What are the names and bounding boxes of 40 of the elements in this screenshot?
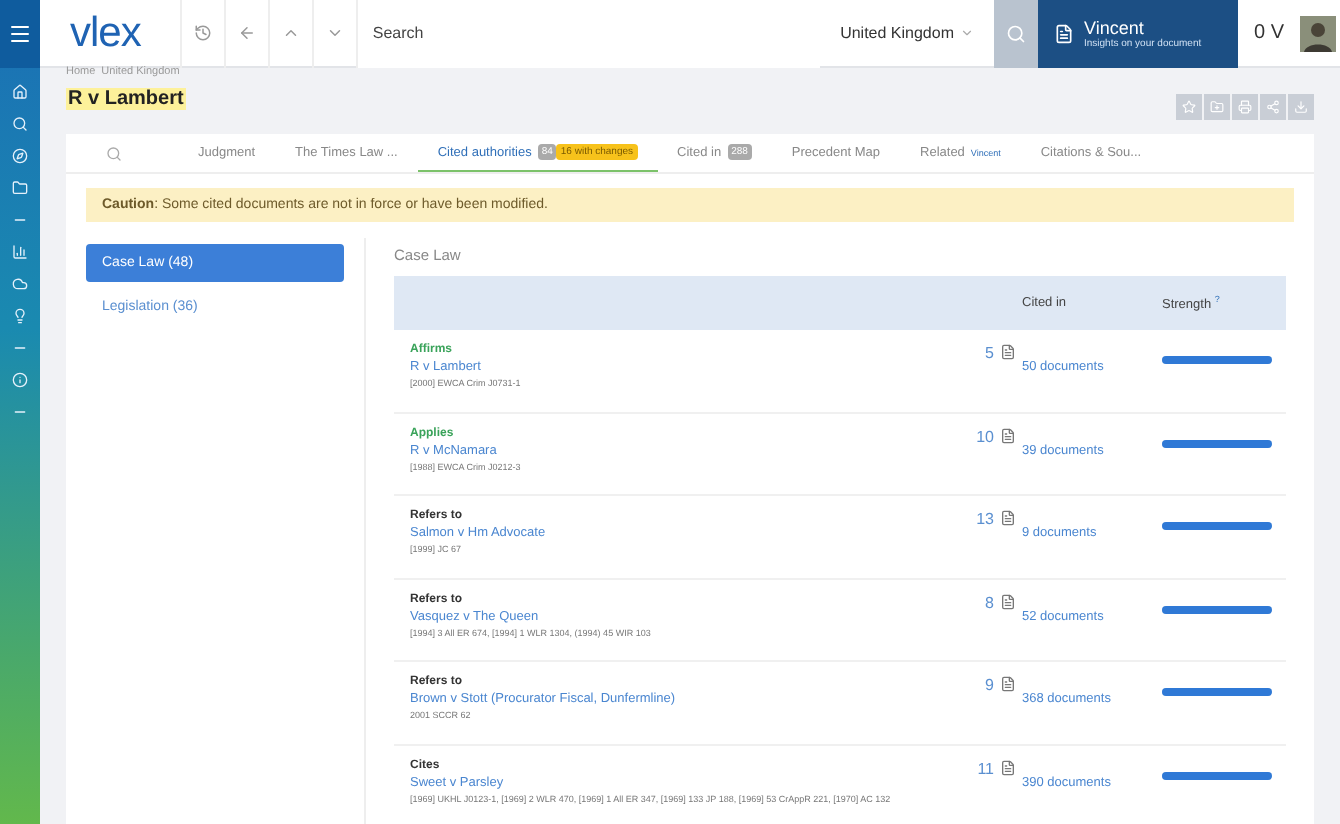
avatar[interactable] (1300, 15, 1336, 51)
lightbulb-icon[interactable] (12, 308, 28, 324)
document-icon (1053, 23, 1074, 43)
document-icon (1000, 759, 1016, 775)
print-icon (1238, 100, 1252, 114)
cloud-icon[interactable] (12, 276, 28, 292)
search-button[interactable] (993, 0, 1038, 67)
info-icon[interactable] (12, 372, 28, 388)
folder-icon[interactable] (12, 180, 28, 196)
star-icon (1182, 100, 1196, 114)
document-title: R v Lambert (66, 88, 186, 110)
download-button[interactable] (1288, 94, 1314, 120)
bar-chart-icon[interactable] (12, 244, 28, 260)
search-icon (1005, 23, 1026, 43)
citation-count: 9 (985, 676, 994, 694)
folder-plus-icon (1210, 100, 1224, 114)
folder-plus-button[interactable] (1204, 94, 1230, 120)
document-icon (1000, 593, 1016, 609)
search-icon[interactable] (12, 116, 28, 132)
citation-count: 13 (976, 510, 994, 528)
citation-count: 5 (985, 344, 994, 362)
star-button[interactable] (1176, 94, 1202, 120)
document-icon (1000, 676, 1016, 692)
menu-icon (8, 22, 32, 46)
download-icon (1294, 100, 1308, 114)
document-icon (1000, 427, 1016, 443)
logo[interactable]: vlex (70, 12, 141, 54)
document-icon (1000, 510, 1016, 526)
home-icon[interactable] (12, 84, 28, 100)
citation-count: 11 (977, 759, 994, 777)
citation-count: 10 (976, 427, 994, 445)
menu-button[interactable] (0, 0, 40, 68)
citation-count: 8 (985, 593, 994, 611)
share-button[interactable] (1260, 94, 1286, 120)
compass-icon[interactable] (12, 148, 28, 164)
document-icon (1000, 344, 1016, 360)
print-button[interactable] (1232, 94, 1258, 120)
chevron-down-icon (959, 26, 974, 40)
credits-counter: 0 V (1253, 22, 1284, 44)
share-icon (1266, 100, 1280, 114)
